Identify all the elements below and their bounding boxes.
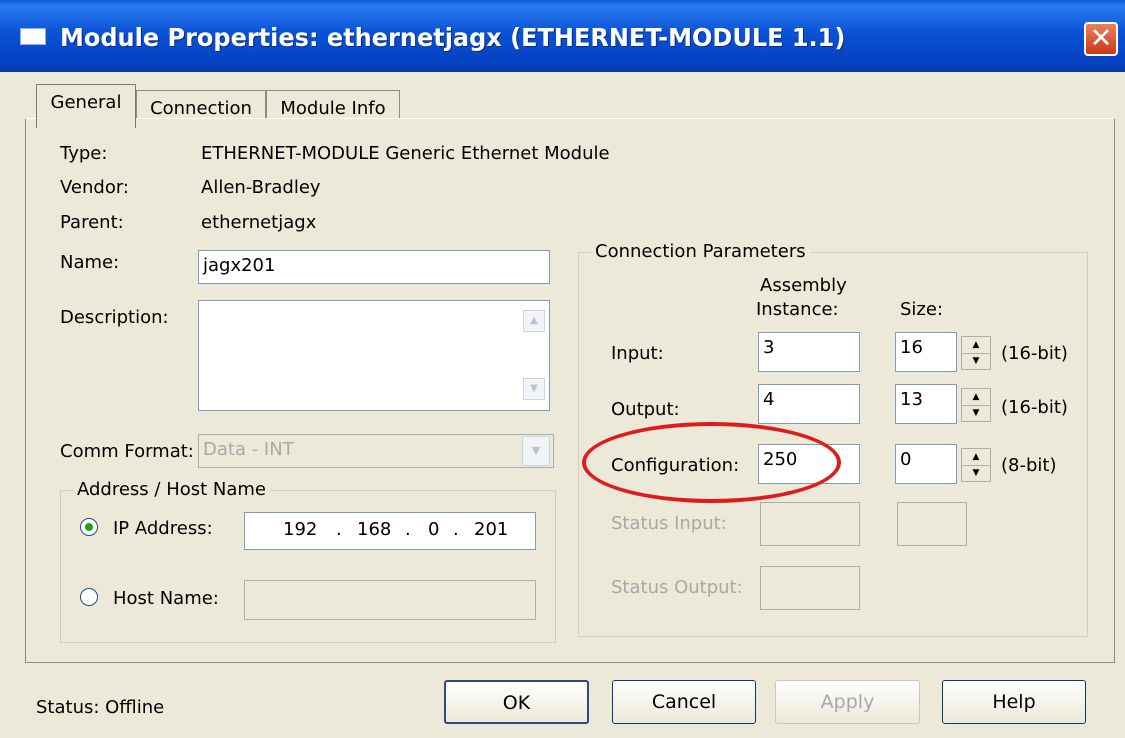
address-groupbox-legend: Address / Host Name bbox=[73, 478, 270, 502]
output-instance-field[interactable]: 4 bbox=[758, 384, 860, 424]
type-label: Type: bbox=[60, 143, 108, 164]
spin-up-icon[interactable]: ▲ bbox=[962, 337, 990, 354]
tab-general[interactable]: General bbox=[36, 84, 136, 128]
ip-dot: . bbox=[453, 519, 459, 540]
input-instance-field[interactable]: 3 bbox=[758, 332, 860, 372]
radio-selected-dot bbox=[85, 523, 93, 531]
assembly-header-line2: Instance: bbox=[756, 299, 839, 320]
vendor-value: Allen-Bradley bbox=[201, 177, 321, 198]
cancel-button[interactable]: Cancel bbox=[612, 680, 756, 724]
apply-button[interactable]: Apply bbox=[775, 680, 920, 724]
input-size-field[interactable]: 16 bbox=[895, 332, 957, 372]
vendor-label: Vendor: bbox=[60, 177, 129, 198]
ip-octet-2: 168 bbox=[357, 519, 392, 540]
status-input-label: Status Input: bbox=[611, 513, 727, 534]
ip-dot: . bbox=[405, 519, 411, 540]
parent-value: ethernetjagx bbox=[201, 212, 317, 233]
ip-octet-4: 201 bbox=[474, 519, 509, 540]
name-field[interactable]: jagx201 bbox=[198, 250, 550, 284]
configuration-size-spinner[interactable]: ▲ ▼ bbox=[961, 448, 991, 482]
ip-octet-1: 192 bbox=[283, 519, 318, 540]
host-name-radio[interactable] bbox=[80, 588, 98, 606]
close-icon: ✕ bbox=[1089, 23, 1113, 54]
spin-up-icon[interactable]: ▲ bbox=[962, 389, 990, 406]
status-text: Status: Offline bbox=[36, 697, 165, 718]
spin-up-icon[interactable]: ▲ bbox=[962, 449, 990, 466]
size-header: Size: bbox=[900, 299, 944, 320]
assembly-header-line1: Assembly bbox=[760, 275, 847, 296]
ip-address-radio[interactable] bbox=[80, 518, 98, 536]
name-label: Name: bbox=[60, 252, 120, 273]
scroll-up-icon[interactable]: ▲ bbox=[523, 310, 545, 332]
close-button[interactable]: ✕ bbox=[1084, 22, 1118, 56]
status-input-instance-field[interactable] bbox=[760, 502, 860, 546]
status-input-size-field[interactable] bbox=[897, 502, 967, 546]
window-icon bbox=[20, 28, 46, 45]
chevron-down-icon[interactable]: ▼ bbox=[522, 436, 550, 466]
host-name-label: Host Name: bbox=[113, 588, 219, 609]
output-size-spinner[interactable]: ▲ ▼ bbox=[961, 388, 991, 422]
description-field[interactable] bbox=[198, 300, 550, 411]
output-size-field[interactable]: 13 bbox=[895, 384, 957, 424]
help-button[interactable]: Help bbox=[942, 680, 1086, 724]
type-value: ETHERNET-MODULE Generic Ethernet Module bbox=[201, 143, 610, 164]
input-size-spinner[interactable]: ▲ ▼ bbox=[961, 336, 991, 370]
output-unit: (16-bit) bbox=[1001, 397, 1068, 418]
module-properties-dialog: Module Properties: ethernetjagx (ETHERNE… bbox=[0, 0, 1125, 738]
status-output-instance-field[interactable] bbox=[760, 566, 860, 610]
spin-down-icon[interactable]: ▼ bbox=[962, 405, 990, 421]
connection-parameters-legend: Connection Parameters bbox=[591, 240, 810, 264]
configuration-size-field[interactable]: 0 bbox=[895, 444, 957, 484]
host-name-field[interactable] bbox=[244, 580, 536, 620]
input-unit: (16-bit) bbox=[1001, 343, 1068, 364]
comm-format-select[interactable]: Data - INT bbox=[198, 434, 554, 468]
description-scrollbar[interactable]: ▲ ▼ bbox=[523, 310, 545, 408]
output-label: Output: bbox=[611, 399, 680, 420]
ip-octet-3: 0 bbox=[428, 519, 440, 540]
configuration-unit: (8-bit) bbox=[1001, 455, 1057, 476]
window-title: Module Properties: ethernetjagx (ETHERNE… bbox=[60, 23, 846, 52]
ip-address-field[interactable]: 192 . 168 . 0 . 201 bbox=[244, 512, 536, 550]
comm-format-label: Comm Format: bbox=[60, 441, 194, 462]
title-bar[interactable]: Module Properties: ethernetjagx (ETHERNE… bbox=[0, 0, 1125, 72]
highlight-ellipse bbox=[582, 422, 841, 503]
description-label: Description: bbox=[60, 307, 169, 328]
status-output-label: Status Output: bbox=[611, 577, 743, 598]
input-label: Input: bbox=[611, 343, 664, 364]
ip-dot: . bbox=[336, 519, 342, 540]
ok-button[interactable]: OK bbox=[444, 680, 589, 724]
spin-down-icon[interactable]: ▼ bbox=[962, 465, 990, 481]
ip-address-label: IP Address: bbox=[113, 518, 213, 539]
parent-label: Parent: bbox=[60, 212, 124, 233]
scroll-down-icon[interactable]: ▼ bbox=[523, 378, 545, 400]
spin-down-icon[interactable]: ▼ bbox=[962, 353, 990, 369]
